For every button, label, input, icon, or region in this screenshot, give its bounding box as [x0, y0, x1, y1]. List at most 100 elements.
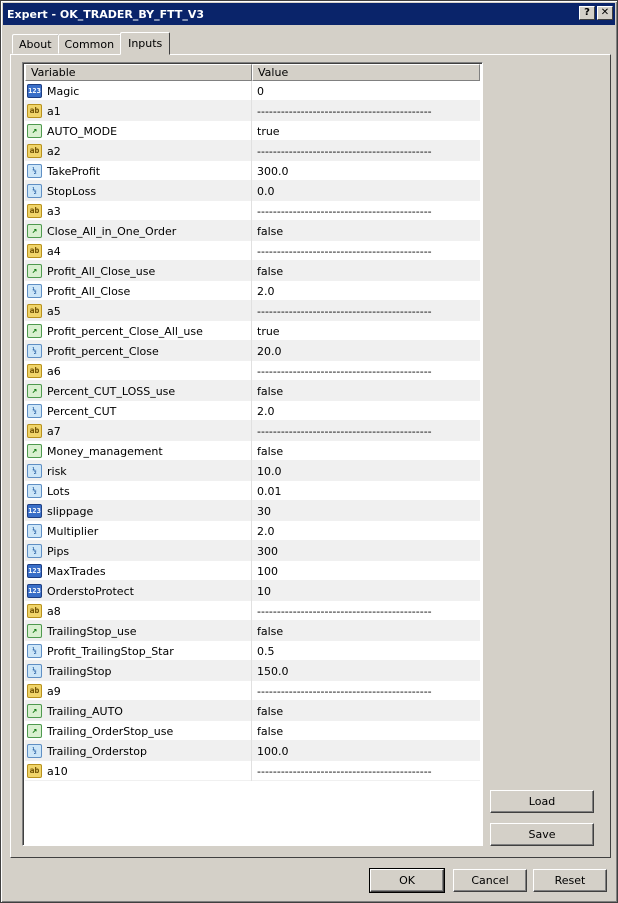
- tab-strip: About Common Inputs: [12, 32, 171, 55]
- table-row[interactable]: ↗ Close_All_in_One_Order false: [25, 221, 480, 241]
- save-button[interactable]: Save: [490, 823, 594, 846]
- table-row[interactable]: ↗ Profit_percent_Close_All_use true: [25, 321, 480, 341]
- value-cell[interactable]: ----------------------------------------…: [252, 681, 480, 701]
- variable-cell: ½ Profit_TrailingStop_Star: [25, 641, 252, 661]
- value-cell[interactable]: false: [252, 721, 480, 741]
- value-cell[interactable]: false: [252, 701, 480, 721]
- column-header-variable[interactable]: Variable: [25, 64, 252, 81]
- table-row[interactable]: ½ Pips 300: [25, 541, 480, 561]
- reset-button[interactable]: Reset: [533, 869, 607, 892]
- table-row[interactable]: ab a6 ------------------------------------…: [25, 361, 480, 381]
- boolean-type-icon: ↗: [27, 264, 42, 278]
- ok-button[interactable]: OK: [369, 868, 445, 893]
- table-row[interactable]: ½ Profit_All_Close 2.0: [25, 281, 480, 301]
- table-row[interactable]: ab a10 -----------------------------------…: [25, 761, 480, 781]
- value-cell[interactable]: 0.0: [252, 181, 480, 201]
- grid-rows: 123 Magic 0 ab a1 ---------------------------…: [25, 81, 480, 781]
- variable-name: Profit_All_Close: [47, 284, 131, 298]
- table-row[interactable]: ab a4 ------------------------------------…: [25, 241, 480, 261]
- value-cell[interactable]: ----------------------------------------…: [252, 241, 480, 261]
- table-row[interactable]: ab a5 ------------------------------------…: [25, 301, 480, 321]
- title-bar: Expert - OK_TRADER_BY_FTT_V3 ? ✕: [3, 3, 615, 25]
- table-row[interactable]: ↗ TrailingStop_use false: [25, 621, 480, 641]
- string-type-icon: ab: [27, 764, 42, 778]
- table-row[interactable]: ↗ Money_management false: [25, 441, 480, 461]
- double-type-icon: ½: [27, 344, 42, 358]
- value-cell[interactable]: true: [252, 321, 480, 341]
- load-button[interactable]: Load: [490, 790, 594, 813]
- table-row[interactable]: ½ Lots 0.01: [25, 481, 480, 501]
- tab-about[interactable]: About: [12, 34, 59, 54]
- value-cell[interactable]: 0.01: [252, 481, 480, 501]
- table-row[interactable]: ½ Percent_CUT 2.0: [25, 401, 480, 421]
- value-cell[interactable]: ----------------------------------------…: [252, 101, 480, 121]
- variable-name: a8: [47, 604, 61, 618]
- table-row[interactable]: ab a3 ------------------------------------…: [25, 201, 480, 221]
- value-cell[interactable]: 0.5: [252, 641, 480, 661]
- table-row[interactable]: ½ TrailingStop 150.0: [25, 661, 480, 681]
- variable-cell: ↗ Profit_All_Close_use: [25, 261, 252, 281]
- table-row[interactable]: ↗ Profit_All_Close_use false: [25, 261, 480, 281]
- value-cell[interactable]: ----------------------------------------…: [252, 421, 480, 441]
- value-cell[interactable]: 2.0: [252, 401, 480, 421]
- table-row[interactable]: ½ Multiplier 2.0: [25, 521, 480, 541]
- string-type-icon: ab: [27, 204, 42, 218]
- table-row[interactable]: ab a9 ------------------------------------…: [25, 681, 480, 701]
- value-cell[interactable]: 20.0: [252, 341, 480, 361]
- value-cell[interactable]: ----------------------------------------…: [252, 761, 480, 781]
- value-cell[interactable]: 300: [252, 541, 480, 561]
- value-cell[interactable]: ----------------------------------------…: [252, 301, 480, 321]
- table-row[interactable]: ab a2 ------------------------------------…: [25, 141, 480, 161]
- help-button[interactable]: ?: [579, 6, 595, 20]
- close-button[interactable]: ✕: [597, 6, 613, 20]
- table-row[interactable]: 123 slippage 30: [25, 501, 480, 521]
- table-row[interactable]: 123 OrderstoProtect 10: [25, 581, 480, 601]
- double-type-icon: ½: [27, 404, 42, 418]
- table-row[interactable]: ½ risk 10.0: [25, 461, 480, 481]
- column-header-value[interactable]: Value: [252, 64, 480, 81]
- table-row[interactable]: 123 Magic 0: [25, 81, 480, 101]
- tab-common[interactable]: Common: [57, 34, 122, 54]
- table-row[interactable]: ½ TakeProfit 300.0: [25, 161, 480, 181]
- value-cell[interactable]: 300.0: [252, 161, 480, 181]
- value-cell[interactable]: false: [252, 441, 480, 461]
- variable-name: risk: [47, 464, 67, 478]
- table-row[interactable]: ↗ Percent_CUT_LOSS_use false: [25, 381, 480, 401]
- value-cell[interactable]: 2.0: [252, 281, 480, 301]
- value-cell[interactable]: ----------------------------------------…: [252, 601, 480, 621]
- value-cell[interactable]: 0: [252, 81, 480, 101]
- table-row[interactable]: ↗ Trailing_AUTO false: [25, 701, 480, 721]
- value-cell[interactable]: false: [252, 621, 480, 641]
- value-cell[interactable]: 10: [252, 581, 480, 601]
- double-type-icon: ½: [27, 164, 42, 178]
- table-row[interactable]: ½ Profit_TrailingStop_Star 0.5: [25, 641, 480, 661]
- table-row[interactable]: ½ Trailing_Orderstop 100.0: [25, 741, 480, 761]
- tab-inputs[interactable]: Inputs: [120, 32, 171, 55]
- variable-name: a10: [47, 764, 68, 778]
- table-row[interactable]: ab a7 ------------------------------------…: [25, 421, 480, 441]
- value-cell[interactable]: ----------------------------------------…: [252, 361, 480, 381]
- title-buttons: ? ✕: [579, 6, 613, 20]
- window-title: Expert - OK_TRADER_BY_FTT_V3: [7, 7, 205, 21]
- value-cell[interactable]: 100: [252, 561, 480, 581]
- value-cell[interactable]: false: [252, 381, 480, 401]
- value-cell[interactable]: 10.0: [252, 461, 480, 481]
- value-cell[interactable]: 2.0: [252, 521, 480, 541]
- value-cell[interactable]: false: [252, 221, 480, 241]
- value-cell[interactable]: false: [252, 261, 480, 281]
- table-row[interactable]: 123 MaxTrades 100: [25, 561, 480, 581]
- value-cell[interactable]: 30: [252, 501, 480, 521]
- table-row[interactable]: ab a8 ------------------------------------…: [25, 601, 480, 621]
- table-row[interactable]: ½ StopLoss 0.0: [25, 181, 480, 201]
- value-cell[interactable]: true: [252, 121, 480, 141]
- cancel-button[interactable]: Cancel: [453, 869, 527, 892]
- value-cell[interactable]: ----------------------------------------…: [252, 201, 480, 221]
- table-row[interactable]: ab a1 ------------------------------------…: [25, 101, 480, 121]
- table-row[interactable]: ½ Profit_percent_Close 20.0: [25, 341, 480, 361]
- value-cell[interactable]: 150.0: [252, 661, 480, 681]
- value-cell[interactable]: 100.0: [252, 741, 480, 761]
- table-row[interactable]: ↗ Trailing_OrderStop_use false: [25, 721, 480, 741]
- double-type-icon: ½: [27, 284, 42, 298]
- table-row[interactable]: ↗ AUTO_MODE true: [25, 121, 480, 141]
- value-cell[interactable]: ----------------------------------------…: [252, 141, 480, 161]
